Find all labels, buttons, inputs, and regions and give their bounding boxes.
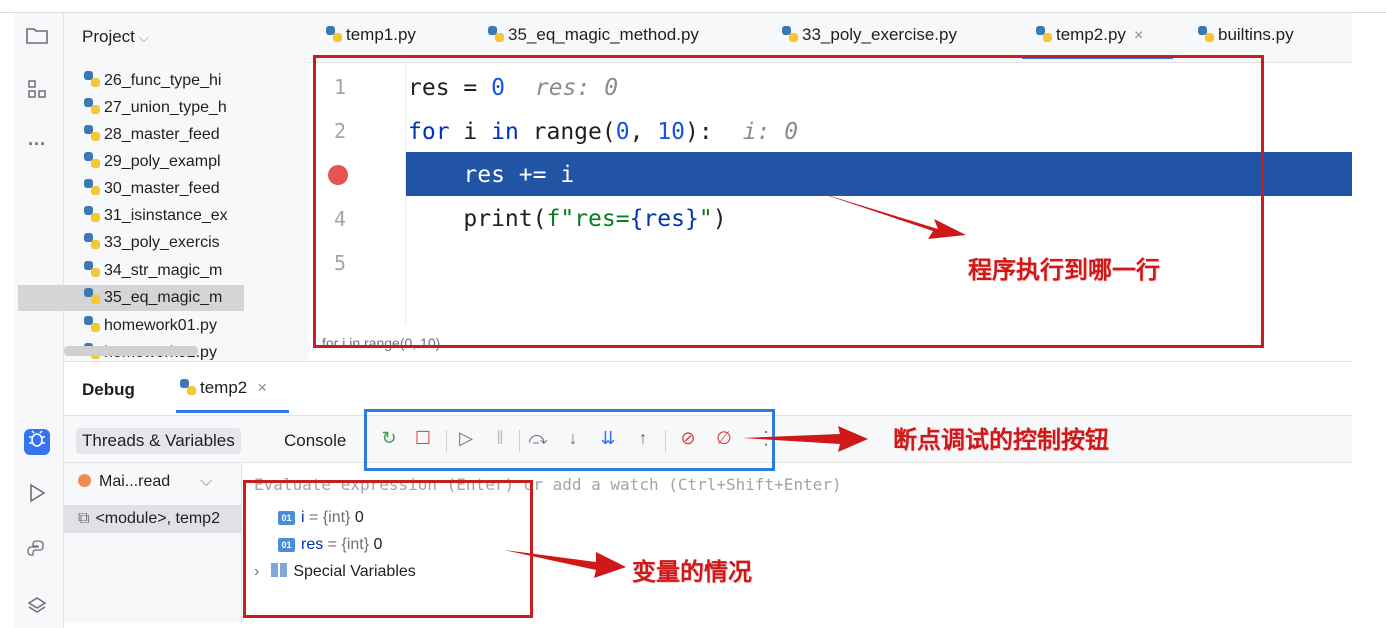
- python-file-icon: [1036, 26, 1052, 42]
- tree-item[interactable]: 34_str_magic_m: [84, 258, 244, 284]
- annotation-arrow-variables: [504, 550, 626, 578]
- annotation-controls: 断点调试的控制按钮: [893, 426, 1109, 454]
- frames-panel: Mai...read ⌵ ⧉ <module>, temp2: [64, 463, 242, 623]
- debug-session-tab[interactable]: temp2 ×: [175, 378, 290, 413]
- thread-selector[interactable]: Mai...read ⌵: [78, 473, 212, 491]
- tab-label: builtins.py: [1218, 25, 1294, 44]
- file-name: 31_isinstance_ex: [104, 207, 228, 224]
- frame-label: <module>, temp2: [95, 510, 220, 527]
- tab-temp1[interactable]: temp1.py: [326, 25, 416, 45]
- tree-item[interactable]: 31_isinstance_ex: [84, 203, 244, 229]
- tree-item[interactable]: 29_poly_exampl: [84, 149, 244, 175]
- annotation-box-editor: [313, 55, 1264, 348]
- file-name: 26_func_type_hi: [104, 72, 222, 89]
- close-icon[interactable]: ×: [257, 378, 267, 397]
- thread-status-icon: [78, 474, 91, 487]
- chevron-down-icon: ⌵: [138, 30, 149, 45]
- annotation-arrow-editor: [814, 191, 966, 239]
- tree-item[interactable]: homework01.py: [84, 313, 244, 339]
- debug-tool-window-header: Debug temp2 ×: [64, 361, 1352, 415]
- python-file-icon: [782, 26, 798, 42]
- chevron-down-icon: ⌵: [200, 473, 213, 490]
- structure-icon[interactable]: [24, 79, 50, 105]
- python-file-icon: [84, 206, 100, 222]
- tab-temp2[interactable]: temp2.py ×: [1021, 25, 1174, 59]
- tree-item[interactable]: 30_master_feed: [84, 176, 244, 202]
- thread-name: Mai...read: [99, 473, 171, 490]
- tab-label: temp2.py: [1056, 25, 1126, 44]
- tab-33-poly-exercise[interactable]: 33_poly_exercise.py: [782, 25, 957, 45]
- python-console-icon[interactable]: [24, 539, 50, 565]
- tab-label: 33_poly_exercise.py: [802, 25, 957, 44]
- tree-item[interactable]: 28_master_feed: [84, 122, 244, 148]
- tab-builtins[interactable]: builtins.py: [1198, 25, 1294, 45]
- run-icon[interactable]: [24, 483, 50, 509]
- tab-35-eq-magic-method[interactable]: 35_eq_magic_method.py: [488, 25, 699, 45]
- tree-item[interactable]: 26_func_type_hi: [84, 68, 244, 94]
- folder-icon[interactable]: [24, 25, 50, 51]
- python-file-icon: [84, 288, 100, 304]
- python-file-icon: [1198, 26, 1214, 42]
- python-debug-icon: [180, 379, 196, 395]
- more-icon[interactable]: ···: [24, 131, 50, 157]
- annotation-box-controls: [364, 409, 775, 471]
- horizontal-scrollbar[interactable]: [64, 346, 198, 356]
- file-name: 33_poly_exercis: [104, 234, 220, 251]
- annotation-box-variables: [243, 480, 533, 618]
- annotation-exec-line: 程序执行到哪一行: [968, 256, 1160, 284]
- python-file-icon: [84, 261, 100, 277]
- session-label: temp2: [200, 378, 248, 397]
- right-margin: [1352, 13, 1386, 628]
- file-name: 27_union_type_h: [104, 99, 227, 116]
- tab-console[interactable]: Console: [284, 431, 346, 451]
- file-name: homework01.py: [104, 317, 217, 334]
- python-file-icon: [84, 179, 100, 195]
- python-file-icon: [84, 125, 100, 141]
- tree-item[interactable]: 27_union_type_h: [84, 95, 244, 121]
- python-file-icon: [84, 233, 100, 249]
- frame-icon: ⧉: [78, 510, 90, 527]
- file-name: 35_eq_magic_m: [104, 289, 223, 306]
- debug-title: Debug: [82, 380, 135, 399]
- stack-frame[interactable]: ⧉ <module>, temp2: [64, 505, 242, 533]
- project-header[interactable]: Project ⌵: [82, 27, 149, 47]
- python-file-icon: [326, 26, 342, 42]
- tab-label: temp1.py: [346, 25, 416, 44]
- python-file-icon: [84, 71, 100, 87]
- tree-item[interactable]: 33_poly_exercis: [84, 230, 244, 256]
- file-name: 34_str_magic_m: [104, 262, 223, 279]
- file-name: 30_master_feed: [104, 180, 220, 197]
- debug-icon[interactable]: [24, 429, 50, 455]
- layers-icon[interactable]: [24, 595, 50, 621]
- project-title: Project: [82, 27, 135, 46]
- annotation-variables: 变量的情况: [632, 558, 752, 586]
- python-file-icon: [84, 152, 100, 168]
- python-file-icon: [84, 316, 100, 332]
- tab-label: 35_eq_magic_method.py: [508, 25, 699, 44]
- python-file-icon: [488, 26, 504, 42]
- annotation-arrow-controls: [742, 426, 868, 452]
- tab-threads-variables[interactable]: Threads & Variables: [76, 428, 241, 454]
- file-name: 28_master_feed: [104, 126, 220, 143]
- python-file-icon: [84, 98, 100, 114]
- file-name: 29_poly_exampl: [104, 153, 221, 170]
- tree-item-selected[interactable]: 35_eq_magic_m: [18, 285, 244, 311]
- tool-window-bar: ···: [14, 13, 64, 628]
- close-icon[interactable]: ×: [1134, 27, 1143, 44]
